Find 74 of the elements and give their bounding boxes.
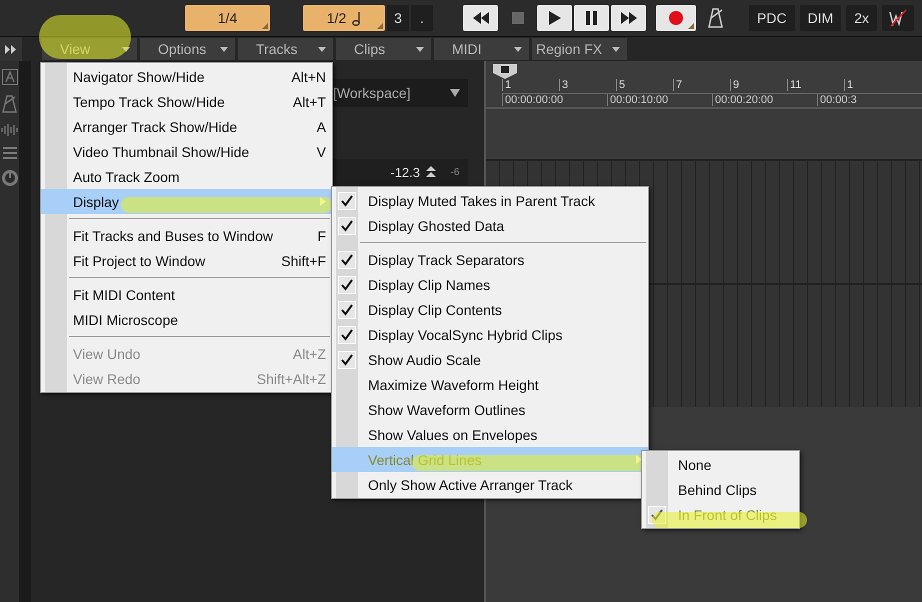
bar-number: 7	[673, 79, 730, 91]
stop-icon	[512, 12, 524, 24]
menu-item[interactable]: Behind Clips	[642, 477, 799, 502]
expand-icon[interactable]	[5, 44, 17, 54]
menu-bar-item[interactable]: Tracks	[238, 38, 333, 60]
menu-item[interactable]: Fit MIDI Content	[41, 282, 332, 307]
caret-icon	[318, 46, 326, 52]
record-icon	[668, 10, 684, 26]
rewind-icon	[472, 12, 490, 24]
fast-forward-icon	[620, 12, 638, 24]
toolbar-button[interactable]: DIM	[800, 5, 842, 31]
bar-number: 3	[559, 79, 616, 91]
bar-number: 5	[616, 79, 673, 91]
waveform-icon[interactable]	[0, 123, 19, 137]
menu-icon[interactable]	[2, 147, 17, 159]
record-button[interactable]	[656, 5, 696, 31]
menu-item[interactable]: Fit Tracks and Buses to Window F	[41, 223, 332, 248]
knob-icon[interactable]	[0, 169, 19, 187]
menu-bar-item[interactable]: MIDI	[434, 38, 529, 60]
menu-item[interactable]: Show Waveform Outlines	[332, 397, 648, 422]
play-icon	[548, 11, 560, 25]
meter-scale-label: -6	[450, 166, 460, 178]
volume-value: -12.3	[390, 164, 420, 180]
time-label: 00:00:20:00	[712, 94, 817, 106]
toolbar-button[interactable]: PDC	[749, 5, 795, 31]
now-marker-icon[interactable]	[492, 63, 518, 79]
menu-item[interactable]: Arranger Track Show/Hide A	[41, 114, 332, 139]
menu-item[interactable]: Fit Project to Window Shift+F	[41, 248, 332, 273]
bar-number: 1	[502, 79, 559, 91]
grid-field[interactable]: 1/2	[303, 5, 385, 31]
pause-button[interactable]	[574, 5, 609, 31]
bar-number: 1	[844, 79, 901, 91]
menu-item[interactable]: Show Values on Envelopes	[332, 422, 648, 447]
caret-icon	[450, 89, 460, 97]
crossed-w-icon	[888, 9, 908, 27]
caret-icon	[220, 46, 228, 52]
text-icon[interactable]	[2, 69, 18, 85]
metronome-icon[interactable]	[2, 95, 18, 113]
bar-number: 11	[787, 79, 844, 91]
metronome-icon	[706, 8, 724, 28]
caret-icon	[612, 46, 620, 52]
menu-item[interactable]: Video Thumbnail Show/Hide V	[41, 139, 332, 164]
menu-item[interactable]: MIDI Microscope	[41, 307, 332, 332]
caret-icon	[514, 46, 522, 52]
menu-item[interactable]: Display VocalSync Hybrid Clips	[332, 322, 648, 347]
menu-item[interactable]: Display Clip Names	[332, 272, 648, 297]
time-label: 00:00:00:00	[502, 94, 607, 106]
write-toggle-button[interactable]	[882, 5, 914, 31]
caret-icon	[122, 46, 130, 52]
bar-number: 9	[730, 79, 787, 91]
rewind-button[interactable]	[463, 5, 498, 31]
toolbar-button[interactable]: 2x	[846, 5, 878, 31]
pause-icon	[586, 11, 597, 25]
spin-arrows-icon[interactable]	[426, 166, 436, 178]
menu-item[interactable]: Display	[41, 189, 332, 214]
menu-item[interactable]: Show Audio Scale	[332, 347, 648, 372]
play-button[interactable]	[537, 5, 572, 31]
fast-forward-button[interactable]	[611, 5, 646, 31]
menu-item[interactable]: Maximize Waveform Height	[332, 372, 648, 397]
menu-item[interactable]: Display Track Separators	[332, 247, 648, 272]
time-label: 00:00:3	[817, 94, 922, 106]
menu-bar-item[interactable]: Options	[140, 38, 235, 60]
snap-field[interactable]: 1/4	[185, 5, 270, 31]
menu-item[interactable]: Display Ghosted Data	[332, 213, 648, 238]
menu-bar-item[interactable]: Region FX	[532, 38, 627, 60]
time-label: 00:00:10:00	[607, 94, 712, 106]
menu-bar-item[interactable]: Clips	[336, 38, 431, 60]
menu-item[interactable]: Display Muted Takes in Parent Track	[332, 188, 648, 213]
triplet-button[interactable]: 3	[387, 5, 409, 31]
dotted-button[interactable]: .	[411, 5, 433, 31]
caret-icon	[416, 46, 424, 52]
menu-item[interactable]: Display Clip Contents	[332, 297, 648, 322]
menu-item[interactable]: Auto Track Zoom	[41, 164, 332, 189]
half-note-icon	[352, 10, 362, 26]
